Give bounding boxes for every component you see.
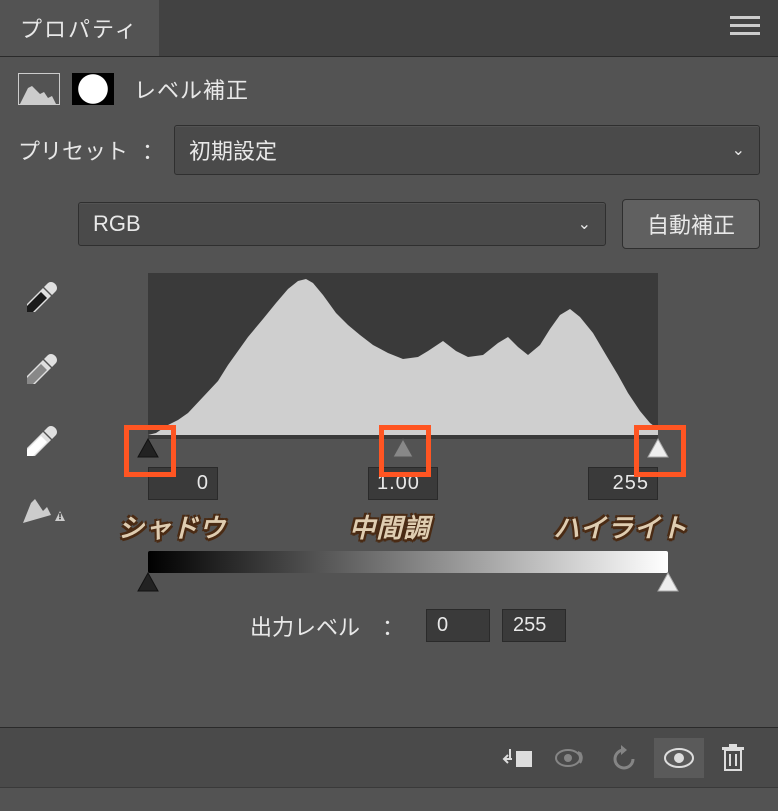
gray-point-eyedropper[interactable]	[23, 350, 61, 388]
auto-button[interactable]: 自動補正	[622, 199, 760, 249]
output-levels-area: 出力レベル ： 0 255	[148, 551, 668, 642]
white-point-eyedropper[interactable]	[23, 422, 61, 460]
properties-panel: プロパティ レベル補正 プリセット ： 初期設定 ⌄	[0, 0, 778, 811]
output-high-input[interactable]: 255	[502, 609, 566, 642]
output-shadow-handle[interactable]	[136, 571, 160, 593]
reset-button[interactable]	[600, 738, 650, 778]
eyedropper-tools	[23, 278, 61, 460]
annotation-highlight: ハイライト	[554, 508, 688, 545]
annotation-labels: シャドウ 中間調 ハイライト	[148, 508, 658, 545]
eyedropper-icon	[23, 278, 61, 316]
annotation-shadow: シャドウ	[118, 508, 226, 545]
annotation-box-highlight	[634, 425, 686, 477]
mask-icon	[72, 73, 114, 105]
chevron-down-icon: ⌄	[732, 140, 745, 160]
undo-icon	[611, 745, 639, 771]
channel-value: RGB	[93, 211, 141, 237]
annotation-box-midtone	[379, 425, 431, 477]
footer-spacer	[0, 787, 778, 811]
channel-row: RGB ⌄ 自動補正	[78, 199, 760, 249]
output-levels-row: 出力レベル ： 0 255	[148, 609, 668, 642]
toggle-previous-state-button[interactable]	[546, 738, 596, 778]
eye-icon	[663, 747, 695, 769]
levels-icon	[18, 73, 60, 105]
eyedropper-icon	[23, 422, 61, 460]
clip-to-layer-button[interactable]	[492, 738, 542, 778]
preset-label: プリセット	[18, 134, 128, 166]
histogram-chart	[148, 273, 658, 435]
panel-footer	[0, 727, 778, 787]
annotation-box-shadow	[124, 425, 176, 477]
preset-select[interactable]: 初期設定 ⌄	[174, 125, 760, 175]
trash-icon	[721, 744, 745, 772]
annotation-midtone: 中間調	[349, 508, 430, 545]
content-area: プリセット ： 初期設定 ⌄ RGB ⌄ 自動補正	[0, 115, 778, 727]
eyedropper-icon	[23, 350, 61, 388]
chevron-down-icon: ⌄	[578, 214, 591, 234]
eye-arrow-icon	[554, 747, 588, 769]
hamburger-icon	[730, 16, 760, 36]
histogram-shape	[148, 273, 658, 435]
panel-menu-button[interactable]	[712, 6, 778, 51]
output-levels-label: 出力レベル	[250, 610, 360, 642]
tab-bar: プロパティ	[0, 0, 778, 57]
tab-properties[interactable]: プロパティ	[0, 0, 159, 56]
adjustment-title: レベル補正	[134, 73, 249, 105]
output-highlight-handle[interactable]	[656, 571, 680, 593]
adjustment-header: レベル補正	[0, 57, 778, 115]
preset-row: プリセット ： 初期設定 ⌄	[18, 125, 760, 175]
histogram-area: 0 1.00 255 シャドウ 中間調 ハイライト	[78, 273, 760, 642]
channel-select[interactable]: RGB ⌄	[78, 202, 606, 246]
output-gradient[interactable]	[148, 551, 668, 573]
delete-button[interactable]	[708, 738, 758, 778]
output-low-input[interactable]: 0	[426, 609, 490, 642]
preset-value: 初期設定	[189, 134, 277, 166]
black-point-eyedropper[interactable]	[23, 278, 61, 316]
clip-icon	[502, 745, 532, 771]
visibility-toggle-button[interactable]	[654, 738, 704, 778]
input-levels-slider[interactable]	[148, 435, 658, 439]
clip-warning-button[interactable]	[23, 495, 67, 530]
